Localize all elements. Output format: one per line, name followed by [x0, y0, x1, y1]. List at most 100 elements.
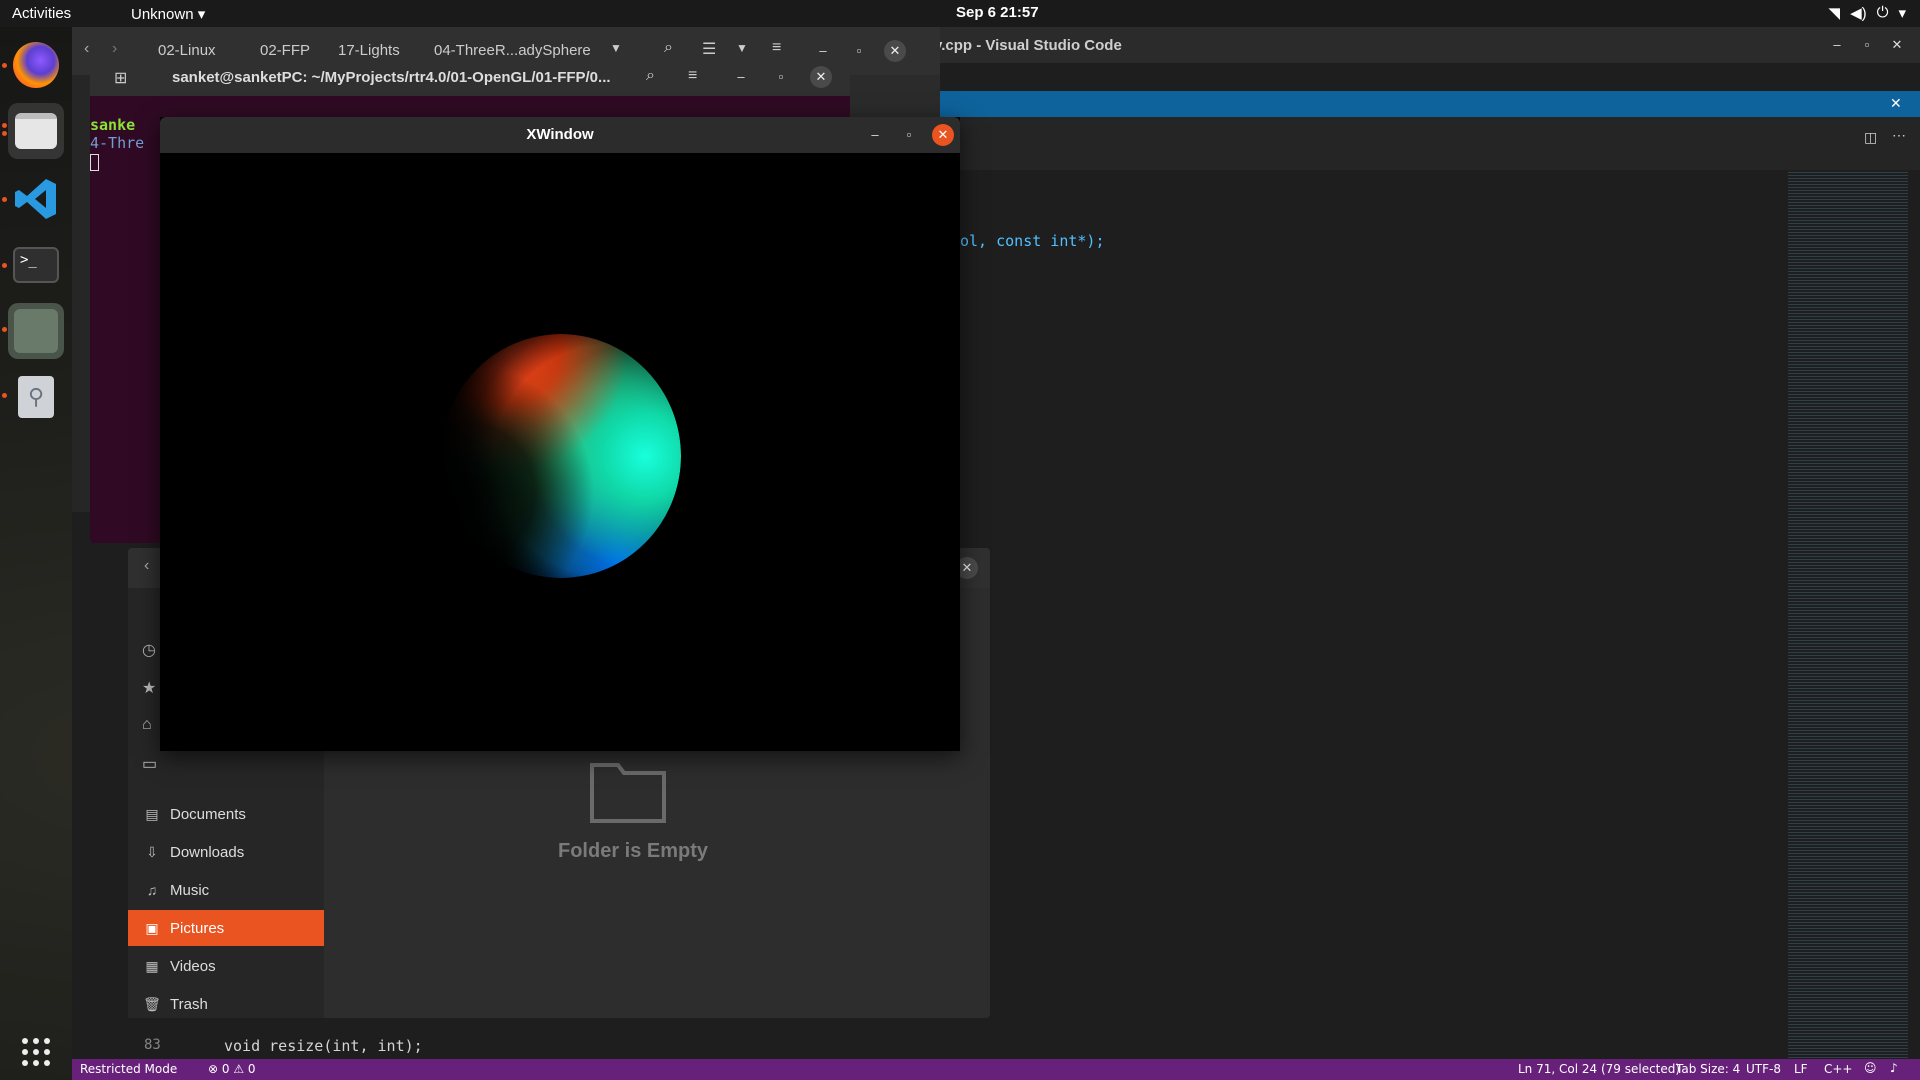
image-viewer-icon: [14, 309, 58, 353]
terminal-icon: >_: [13, 247, 59, 283]
line-ending[interactable]: LF: [1794, 1062, 1808, 1076]
banner-close-icon[interactable]: ✕: [1890, 95, 1902, 112]
trash-icon: 🗑: [143, 995, 161, 1012]
sidebar-item-label: Documents: [170, 805, 246, 823]
dock-files[interactable]: [8, 103, 64, 159]
problems-indicator[interactable]: ⊗ 0 ⚠ 0: [208, 1062, 256, 1076]
sidebar-item-label: Trash: [170, 995, 208, 1013]
power-icon: ⏻: [1876, 4, 1889, 21]
xwindow-close-button[interactable]: ✕: [932, 124, 954, 146]
terminal-minimize-button[interactable]: –: [730, 66, 752, 88]
dock: >_ ⚲: [0, 27, 72, 1080]
terminal-output: 4-Thre: [90, 134, 145, 152]
terminal-prompt: sanke: [90, 116, 136, 134]
vscode-minimap[interactable]: [1788, 172, 1908, 1072]
running-indicator: [2, 123, 7, 128]
xwindow-maximize-button[interactable]: ▫: [898, 124, 920, 146]
view-options-icon[interactable]: ▼: [736, 41, 748, 55]
terminal-maximize-button[interactable]: ▫: [770, 66, 792, 88]
sidebar-item-videos[interactable]: ▦ Videos: [128, 948, 324, 984]
opengl-canvas[interactable]: [160, 153, 960, 751]
show-apps-icon: [22, 1038, 50, 1066]
usb-drive-icon: ⚲: [18, 376, 54, 418]
vscode-maximize-button[interactable]: ▫: [1856, 34, 1878, 56]
show-apps-button[interactable]: [8, 1024, 64, 1080]
sidebar-item-trash[interactable]: 🗑 Trash: [128, 986, 324, 1022]
bell-icon[interactable]: ♪: [1890, 1061, 1898, 1075]
search-icon[interactable]: ⌕: [664, 39, 673, 57]
vscode-icon: [15, 179, 56, 219]
running-indicator: [2, 327, 7, 332]
dock-usb-drive[interactable]: ⚲: [8, 369, 64, 425]
terminal-close-button[interactable]: ✕: [810, 66, 832, 88]
tab-size[interactable]: Tab Size: 4: [1676, 1062, 1740, 1076]
xwindow-titlebar[interactable]: XWindow – ▫ ✕: [160, 117, 960, 153]
empty-folder-text: Folder is Empty: [558, 840, 709, 862]
running-indicator: [2, 197, 7, 202]
terminal-cursor: [90, 154, 99, 171]
picture-icon: ▣: [145, 919, 159, 936]
tray-menu-icon: ▾: [1898, 5, 1906, 22]
feedback-icon[interactable]: ☺: [1864, 1061, 1877, 1075]
terminal-search-icon[interactable]: ⌕: [646, 67, 655, 85]
desktop-icon[interactable]: ▭: [142, 754, 157, 774]
vscode-statusbar: Restricted Mode ⊗ 0 ⚠ 0 Ln 71, Col 24 (7…: [72, 1059, 1920, 1080]
forward-icon[interactable]: ›: [112, 40, 117, 58]
sidebar-item-music[interactable]: ♫ Music: [128, 872, 324, 908]
xwindow-title: XWindow: [526, 126, 594, 143]
restricted-mode-indicator[interactable]: Restricted Mode: [80, 1062, 177, 1076]
video-icon: ▦: [145, 957, 159, 974]
language-mode[interactable]: C++: [1824, 1062, 1853, 1076]
files-icon: [15, 113, 57, 149]
download-icon: ⇩: [146, 843, 158, 860]
clock[interactable]: Sep 6 21:57: [956, 4, 1039, 21]
new-tab-icon[interactable]: ⊞: [114, 68, 127, 88]
dock-firefox[interactable]: [8, 37, 64, 93]
dock-vscode[interactable]: [8, 171, 64, 227]
running-indicator: [2, 393, 7, 398]
vscode-minimize-button[interactable]: –: [1826, 34, 1848, 56]
menu-icon[interactable]: ≡: [772, 39, 781, 57]
wifi-icon: ◥: [1828, 5, 1841, 22]
running-indicator: [2, 131, 7, 136]
sidebar-item-label: Music: [170, 881, 210, 899]
desktop: v.cpp - Visual Studio Code – ▫ ✕ ✕ ◫ ⋯ o…: [0, 0, 1920, 1080]
sidebar-item-downloads[interactable]: ⇩ Downloads: [128, 834, 324, 870]
empty-folder-icon: [548, 753, 708, 830]
activities-button[interactable]: Activities: [12, 5, 71, 22]
encoding[interactable]: UTF-8: [1746, 1062, 1781, 1076]
dock-terminal[interactable]: >_: [8, 237, 64, 293]
xwindow-minimize-button[interactable]: –: [864, 124, 886, 146]
sidebar-item-documents[interactable]: ▤ Documents: [128, 796, 324, 832]
document-icon: ▤: [145, 805, 159, 822]
code-fragment: ol, const int*);: [960, 232, 1105, 250]
more-actions-icon[interactable]: ⋯: [1892, 127, 1906, 144]
cursor-position[interactable]: Ln 71, Col 24 (79 selected): [1518, 1062, 1680, 1076]
sidebar-item-label: Videos: [170, 957, 216, 975]
code-line[interactable]: void resize(int, int);: [224, 1037, 423, 1055]
sphere-shadow: [441, 334, 681, 578]
view-list-icon[interactable]: ☰: [702, 39, 716, 59]
home-icon[interactable]: ⌂: [142, 716, 152, 734]
split-editor-icon[interactable]: ◫: [1864, 129, 1877, 146]
xwindow: XWindow – ▫ ✕: [160, 117, 960, 751]
back-icon[interactable]: ‹: [144, 557, 149, 575]
sidebar-item-label: Downloads: [170, 843, 245, 861]
files-maximize-button[interactable]: ▫: [848, 40, 870, 62]
top-bar: Activities Unknown ▾ Sep 6 21:57 ◥ ◀) ⏻ …: [0, 0, 1920, 27]
firefox-icon: [13, 42, 59, 88]
dock-image-viewer[interactable]: [8, 303, 64, 359]
back-icon[interactable]: ‹: [84, 40, 89, 58]
sidebar-item-pictures[interactable]: ▣ Pictures: [128, 910, 324, 946]
running-indicator: [2, 263, 7, 268]
running-indicator: [2, 63, 7, 68]
files-close-button[interactable]: ✕: [884, 40, 906, 62]
sidebar-item-label: Pictures: [170, 919, 225, 937]
system-tray[interactable]: ◥ ◀) ⏻ ▾: [1829, 4, 1906, 22]
terminal-menu-icon[interactable]: ≡: [688, 67, 697, 85]
recent-icon[interactable]: ◷: [142, 640, 156, 660]
app-menu[interactable]: Unknown ▾: [131, 5, 205, 23]
path-dropdown-icon[interactable]: ▼: [610, 41, 622, 55]
vscode-close-button[interactable]: ✕: [1886, 34, 1908, 56]
starred-icon[interactable]: ★: [142, 678, 156, 698]
